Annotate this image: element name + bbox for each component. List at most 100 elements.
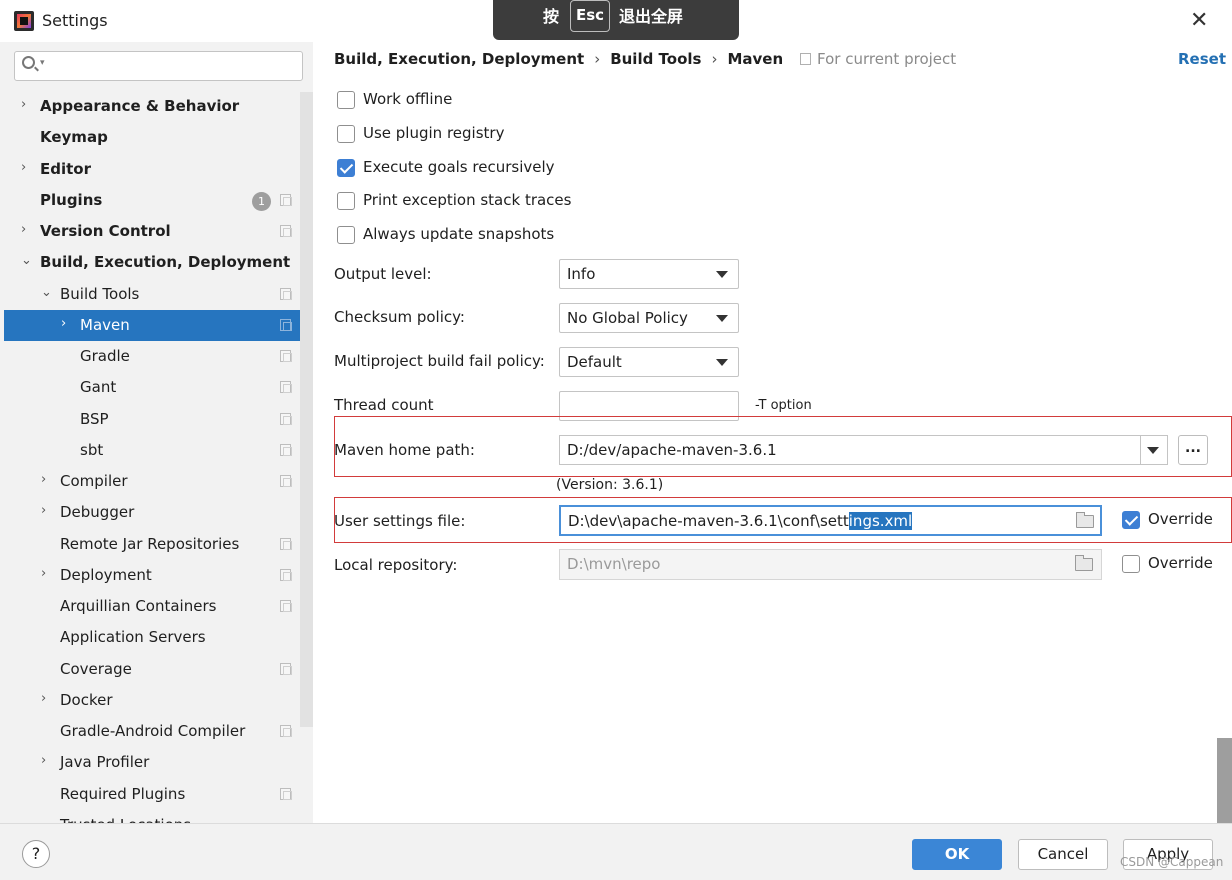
chevron-right-icon[interactable]: › xyxy=(41,566,46,581)
maven-home-label: Maven home path: xyxy=(334,441,475,459)
sidebar-item-label: BSP xyxy=(80,410,109,428)
banner-action-text: 退出全屏 xyxy=(619,7,684,26)
folder-browse-icon[interactable] xyxy=(1076,512,1094,528)
chevron-down-icon[interactable]: ⌄ xyxy=(21,253,32,268)
sidebar-item[interactable]: › Maven xyxy=(4,310,313,341)
user-settings-override-label: Override xyxy=(1148,510,1213,528)
sidebar-item[interactable]: › Java Profiler xyxy=(4,747,313,778)
search-input[interactable]: ▾ xyxy=(14,51,303,81)
sidebar-item[interactable]: › Editor xyxy=(4,154,313,185)
sidebar-item[interactable]: Arquillian Containers xyxy=(4,591,313,622)
use-plugin-registry-checkbox[interactable] xyxy=(337,125,355,143)
maven-home-select[interactable]: D:/dev/apache-maven-3.6.1 xyxy=(559,435,1168,465)
project-scope-icon xyxy=(280,194,292,206)
user-settings-selected-text: ings.xml xyxy=(848,512,913,530)
maven-home-browse-button[interactable]: ... xyxy=(1178,435,1208,465)
multiproject-fail-select[interactable]: Default xyxy=(559,347,739,377)
sidebar-item[interactable]: sbt xyxy=(4,435,313,466)
checksum-policy-label: Checksum policy: xyxy=(334,308,465,326)
help-button[interactable]: ? xyxy=(22,840,50,868)
breadcrumb-separator: › xyxy=(711,50,718,68)
folder-browse-icon xyxy=(1075,555,1093,571)
sidebar-item[interactable]: ⌄ Build Tools xyxy=(4,279,313,310)
user-settings-input[interactable]: D:\dev\apache-maven-3.6.1\conf\settings.… xyxy=(559,505,1102,536)
local-repo-label: Local repository: xyxy=(334,556,458,574)
sidebar-item[interactable]: Trusted Locations xyxy=(4,810,313,823)
sidebar-item[interactable]: Gradle xyxy=(4,341,313,372)
sidebar-item[interactable]: › Debugger xyxy=(4,497,313,528)
breadcrumb-item[interactable]: Maven xyxy=(727,50,783,68)
chevron-down-icon[interactable]: ⌄ xyxy=(41,285,52,300)
thread-count-hint: -T option xyxy=(755,398,812,413)
chevron-right-icon[interactable]: › xyxy=(61,316,66,331)
sidebar-item[interactable]: Application Servers xyxy=(4,622,313,653)
dropdown-arrow-icon xyxy=(716,359,728,366)
local-repo-input: D:\mvn\repo xyxy=(559,549,1102,580)
user-settings-label: User settings file: xyxy=(334,512,466,530)
sidebar-scrollbar[interactable] xyxy=(300,92,313,727)
project-scope-icon xyxy=(280,319,292,331)
sidebar-item-label: Arquillian Containers xyxy=(60,597,217,615)
sidebar-item[interactable]: ⌄ Build, Execution, Deployment xyxy=(4,247,313,278)
sidebar-item[interactable]: Keymap xyxy=(4,122,313,153)
combo-divider xyxy=(1140,436,1141,464)
output-level-select[interactable]: Info xyxy=(559,259,739,289)
sidebar-item-label: Trusted Locations xyxy=(60,816,191,823)
breadcrumb-item[interactable]: Build Tools xyxy=(610,50,701,68)
sidebar-item[interactable]: › Docker xyxy=(4,685,313,716)
sidebar-item[interactable]: Remote Jar Repositories xyxy=(4,529,313,560)
search-history-dropdown-icon[interactable]: ▾ xyxy=(40,58,45,68)
dialog-footer: ? OK Cancel Apply xyxy=(0,823,1232,880)
checksum-policy-value: No Global Policy xyxy=(567,309,688,327)
sidebar-item[interactable]: › Compiler xyxy=(4,466,313,497)
work-offline-label: Work offline xyxy=(363,90,453,108)
dropdown-arrow-icon[interactable] xyxy=(1147,447,1159,454)
sidebar-item[interactable]: Gradle-Android Compiler xyxy=(4,716,313,747)
project-scope-icon xyxy=(280,288,292,300)
sidebar-item-label: Coverage xyxy=(60,660,132,678)
chevron-right-icon[interactable]: › xyxy=(41,691,46,706)
sidebar-item-label: Gradle-Android Compiler xyxy=(60,722,246,740)
sidebar-item[interactable]: Required Plugins xyxy=(4,779,313,810)
chevron-right-icon[interactable]: › xyxy=(21,222,26,237)
chevron-right-icon[interactable]: › xyxy=(41,753,46,768)
checksum-policy-select[interactable]: No Global Policy xyxy=(559,303,739,333)
print-exception-checkbox[interactable] xyxy=(337,192,355,210)
ok-button[interactable]: OK xyxy=(912,839,1002,870)
cancel-button[interactable]: Cancel xyxy=(1018,839,1108,870)
chevron-right-icon[interactable]: › xyxy=(41,503,46,518)
thread-count-label: Thread count xyxy=(334,396,434,414)
sidebar-item[interactable]: Gant xyxy=(4,372,313,403)
sidebar-item-label: Build Tools xyxy=(60,285,140,303)
settings-sidebar: ▾ › Appearance & Behavior Keymap › Editor Plu… xyxy=(0,42,313,823)
search-icon xyxy=(22,56,35,69)
watermark: CSDN @Cappean xyxy=(1120,855,1224,869)
sidebar-item-label: Compiler xyxy=(60,472,128,490)
intellij-app-icon xyxy=(14,11,34,31)
close-icon[interactable]: ✕ xyxy=(1190,8,1208,33)
sidebar-item-label: Maven xyxy=(80,316,130,334)
execute-goals-recursively-checkbox[interactable] xyxy=(337,159,355,177)
work-offline-checkbox[interactable] xyxy=(337,91,355,109)
sidebar-item[interactable]: Coverage xyxy=(4,654,313,685)
user-settings-value: D:\dev\apache-maven-3.6.1\conf\settings.… xyxy=(568,512,913,530)
chevron-right-icon[interactable]: › xyxy=(41,472,46,487)
reset-link[interactable]: Reset xyxy=(1178,50,1226,68)
sidebar-item[interactable]: › Version Control xyxy=(4,216,313,247)
breadcrumb-item[interactable]: Build, Execution, Deployment xyxy=(334,50,584,68)
chevron-right-icon[interactable]: › xyxy=(21,160,26,175)
sidebar-item[interactable]: › Appearance & Behavior xyxy=(4,91,313,122)
multiproject-fail-label: Multiproject build fail policy: xyxy=(334,352,545,370)
user-settings-text: D:\dev\apache-maven-3.6.1\conf\sett xyxy=(568,512,849,530)
local-repo-override-label: Override xyxy=(1148,554,1213,572)
project-scope-icon xyxy=(280,725,292,737)
chevron-right-icon[interactable]: › xyxy=(21,97,26,112)
user-settings-override-checkbox[interactable] xyxy=(1122,511,1140,529)
sidebar-item[interactable]: › Deployment xyxy=(4,560,313,591)
always-update-snapshots-checkbox[interactable] xyxy=(337,226,355,244)
project-scope-icon xyxy=(280,381,292,393)
sidebar-item[interactable]: Plugins 1 xyxy=(4,185,313,216)
sidebar-item[interactable]: BSP xyxy=(4,404,313,435)
content-scrollbar[interactable] xyxy=(1217,738,1232,823)
local-repo-override-checkbox[interactable] xyxy=(1122,555,1140,573)
